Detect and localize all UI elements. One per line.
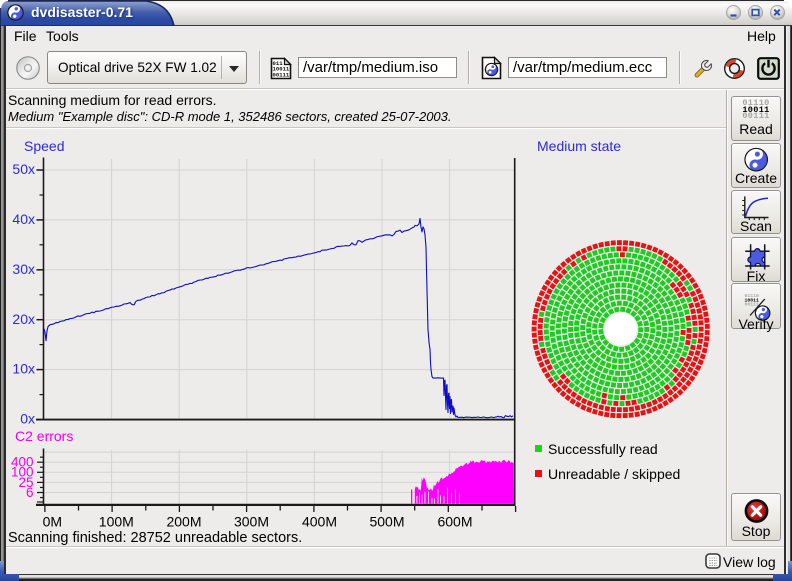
svg-text:30x: 30x [12,261,35,277]
svg-text:600M: 600M [437,514,472,530]
svg-text:6: 6 [26,485,34,500]
svg-text:0M: 0M [43,514,62,530]
svg-text:200M: 200M [166,514,201,530]
svg-text:40x: 40x [12,211,35,227]
svg-text:500M: 500M [369,514,404,530]
svg-text:20x: 20x [12,311,35,327]
svg-text:10x: 10x [12,361,35,377]
svg-text:0x: 0x [20,411,35,427]
svg-text:400M: 400M [302,514,337,530]
svg-text:100M: 100M [99,514,134,530]
svg-text:300M: 300M [234,514,269,530]
svg-text:50x: 50x [12,161,35,177]
